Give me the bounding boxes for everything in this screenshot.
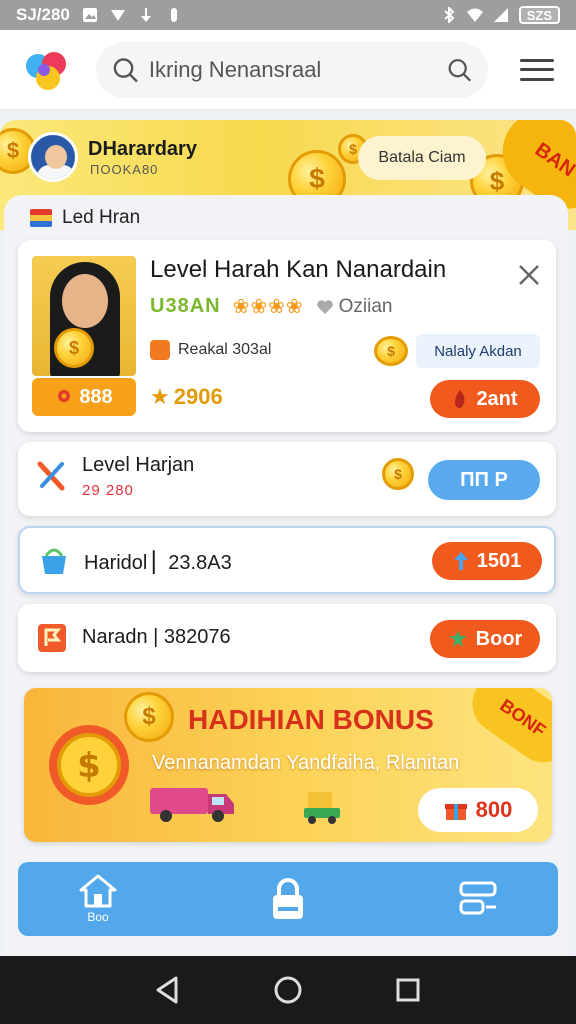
list-item[interactable]: Haridol ▏23.8A3 1501 bbox=[18, 526, 556, 594]
star-burst-icon bbox=[448, 630, 467, 647]
search-submit-icon[interactable] bbox=[447, 57, 472, 83]
row-label: Naradn | 382076 bbox=[82, 626, 231, 648]
tab-home[interactable]: Boo bbox=[38, 862, 158, 936]
wifi-icon bbox=[466, 8, 483, 22]
home-nav-icon[interactable] bbox=[268, 970, 308, 1010]
score: ★ 2906 bbox=[150, 384, 223, 409]
featured-code: U38AN bbox=[150, 295, 221, 317]
recents-icon[interactable] bbox=[388, 970, 428, 1010]
download-icon bbox=[140, 8, 151, 22]
location-pin-icon bbox=[58, 390, 71, 402]
coin-icon: $ bbox=[54, 328, 94, 368]
rating-stars: ❀❀❀❀ bbox=[232, 296, 304, 318]
shopping-bag-icon bbox=[150, 340, 170, 360]
coin-icon: $ bbox=[382, 458, 414, 490]
coin-icon: $ bbox=[124, 692, 174, 742]
tab-lock[interactable] bbox=[228, 862, 348, 936]
svg-text:$: $ bbox=[77, 746, 101, 786]
basket-icon bbox=[42, 548, 66, 574]
bluetooth-icon bbox=[444, 7, 455, 23]
flag-icon bbox=[30, 209, 52, 227]
tab-list[interactable] bbox=[418, 862, 538, 936]
list-item[interactable]: Level Harjan 29 280 $ ΠΠ P bbox=[18, 442, 556, 516]
profile-subtitle: ΠΟΟΚΑ80 bbox=[90, 162, 159, 177]
search-bar[interactable] bbox=[96, 41, 488, 98]
star-icon: ★ bbox=[150, 384, 170, 409]
profile-name: DHarardary bbox=[88, 138, 197, 160]
bonus-subtitle: Vennanamdan Yandfaiha, Rlanitan bbox=[152, 752, 460, 774]
tools-icon bbox=[37, 461, 65, 491]
alert-icon bbox=[170, 8, 177, 22]
battery-indicator: SZS bbox=[518, 6, 560, 24]
status-bar: SJ/280 SZS bbox=[0, 0, 576, 30]
lock-icon bbox=[273, 878, 303, 919]
flag-box-icon bbox=[38, 624, 66, 652]
heart-icon bbox=[316, 299, 333, 314]
row-label: Level Harjan bbox=[82, 454, 195, 476]
likes: Oziian bbox=[316, 296, 392, 318]
row-sub: 29 280 bbox=[82, 482, 134, 499]
bonus-ribbon: BONF bbox=[460, 688, 552, 775]
row-label: Haridol ▏23.8A3 bbox=[84, 552, 232, 574]
section-header: Led Hran bbox=[30, 207, 140, 229]
system-nav-bar bbox=[0, 956, 576, 1024]
row-action-button[interactable]: 1501 bbox=[432, 542, 542, 580]
app-logo[interactable] bbox=[22, 46, 70, 94]
bonus-banner[interactable]: BONF $ $ HADIHIAN BONUS Vennanamdan Yand… bbox=[24, 688, 552, 842]
row-action-button[interactable]: ΠΠ P bbox=[428, 460, 540, 500]
top-app-bar bbox=[0, 30, 576, 110]
back-icon[interactable] bbox=[148, 970, 188, 1010]
row-action-button[interactable]: Boor bbox=[430, 620, 540, 658]
bottom-tab-bar: Boo bbox=[18, 862, 558, 936]
bonus-title: HADIHIAN BONUS bbox=[188, 704, 434, 735]
close-icon[interactable] bbox=[516, 262, 542, 288]
featured-card[interactable]: $ Level Harah Kan Nanardain U38AN ❀❀❀❀ O… bbox=[18, 240, 556, 432]
search-input[interactable] bbox=[148, 56, 438, 83]
cell-signal-icon bbox=[493, 8, 508, 22]
avatar[interactable] bbox=[28, 132, 78, 182]
featured-title: Level Harah Kan Nanardain bbox=[150, 256, 447, 283]
arrow-up-icon bbox=[453, 552, 468, 570]
coin-icon: $ bbox=[374, 336, 408, 366]
signal-icon bbox=[110, 10, 125, 21]
home-icon bbox=[79, 874, 117, 908]
section-title: Led Hran bbox=[62, 207, 141, 228]
reward-label: Reakal 303al bbox=[178, 341, 272, 358]
featured-meta: U38AN ❀❀❀❀ Oziian bbox=[150, 294, 392, 319]
price-chip: 888 bbox=[32, 378, 136, 416]
list-item[interactable]: Naradn | 382076 Boor bbox=[18, 604, 556, 672]
status-time: SJ/280 bbox=[16, 5, 70, 24]
reward-row: Reakal 303al bbox=[150, 340, 271, 360]
list-icon bbox=[459, 881, 497, 915]
bonus-claim-button[interactable]: 800 bbox=[418, 788, 538, 832]
manage-button[interactable]: Nalaly Akdan bbox=[416, 334, 540, 368]
profile-photo: $ bbox=[32, 256, 136, 376]
image-notification-icon bbox=[82, 8, 97, 22]
gift-icon bbox=[444, 804, 467, 820]
claim-button[interactable]: Batala Ciam bbox=[358, 136, 486, 180]
search-icon bbox=[113, 57, 138, 82]
app-logo-icon bbox=[26, 51, 66, 90]
tab-home-label: Boo bbox=[87, 910, 109, 924]
flame-icon bbox=[455, 390, 465, 408]
menu-icon[interactable] bbox=[520, 56, 554, 84]
truck-icon bbox=[304, 792, 340, 824]
featured-action-button[interactable]: 2ant bbox=[430, 380, 540, 418]
delivery-van-icon bbox=[150, 788, 234, 822]
coin-gear-icon: $ bbox=[49, 725, 129, 805]
